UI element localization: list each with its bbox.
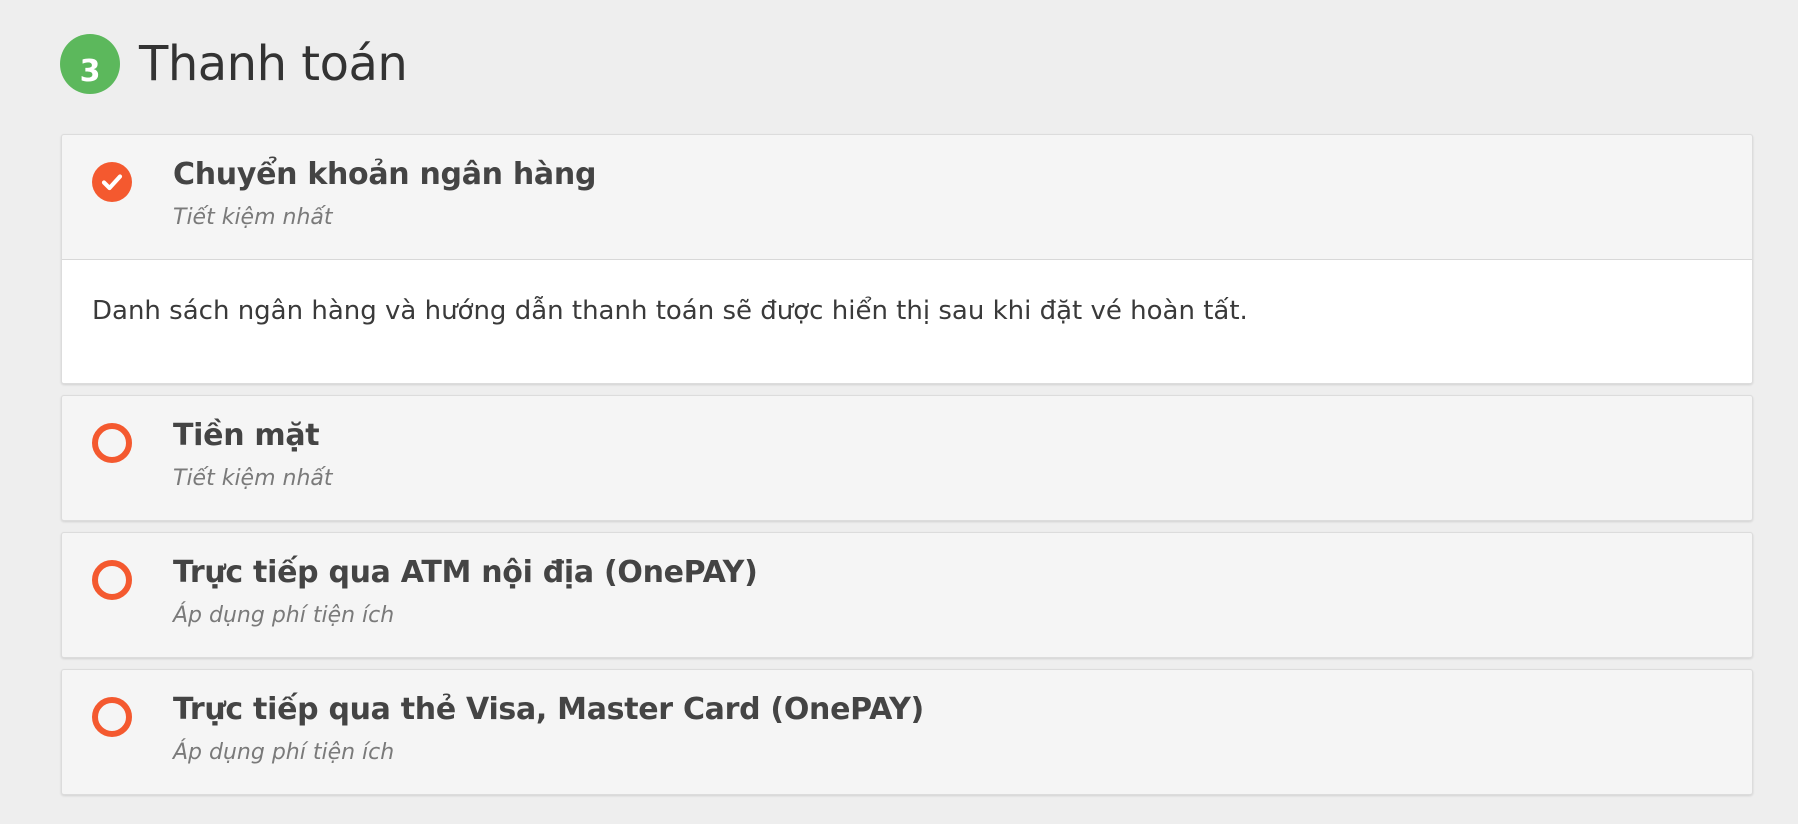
payment-option-title: Trực tiếp qua thẻ Visa, Master Card (One… bbox=[173, 692, 924, 727]
radio-circle-icon[interactable] bbox=[92, 423, 132, 463]
payment-option-title: Trực tiếp qua ATM nội địa (OnePAY) bbox=[173, 555, 758, 590]
payment-option-details: Danh sách ngân hàng và hướng dẫn thanh t… bbox=[62, 259, 1752, 383]
payment-option-subtitle: Áp dụng phí tiện ích bbox=[173, 603, 395, 628]
checkmark-icon bbox=[101, 174, 123, 191]
payment-option-subtitle: Áp dụng phí tiện ích bbox=[173, 740, 395, 765]
payment-option-atm-onepay[interactable]: Trực tiếp qua ATM nội địa (OnePAY) Áp dụ… bbox=[61, 532, 1753, 658]
step-number-badge: 3 bbox=[60, 34, 120, 94]
section-header: 3 Thanh toán bbox=[60, 34, 408, 94]
payment-option-title: Tiền mặt bbox=[173, 418, 320, 453]
radio-circle-icon[interactable] bbox=[92, 697, 132, 737]
section-title: Thanh toán bbox=[139, 36, 408, 92]
payment-option-subtitle: Tiết kiệm nhất bbox=[173, 205, 333, 230]
check-circle-icon[interactable] bbox=[92, 162, 132, 202]
radio-circle-icon[interactable] bbox=[92, 560, 132, 600]
payment-option-cash[interactable]: Tiền mặt Tiết kiệm nhất bbox=[61, 395, 1753, 521]
payment-option-subtitle: Tiết kiệm nhất bbox=[173, 466, 333, 491]
payment-options-list: Chuyển khoản ngân hàng Tiết kiệm nhất Da… bbox=[61, 134, 1753, 806]
payment-option-title: Chuyển khoản ngân hàng bbox=[173, 157, 597, 192]
payment-option-header[interactable]: Chuyển khoản ngân hàng Tiết kiệm nhất bbox=[62, 135, 1752, 259]
payment-option-visa-master-onepay[interactable]: Trực tiếp qua thẻ Visa, Master Card (One… bbox=[61, 669, 1753, 795]
payment-option-header[interactable]: Tiền mặt Tiết kiệm nhất bbox=[62, 396, 1752, 520]
payment-option-header[interactable]: Trực tiếp qua ATM nội địa (OnePAY) Áp dụ… bbox=[62, 533, 1752, 657]
payment-option-header[interactable]: Trực tiếp qua thẻ Visa, Master Card (One… bbox=[62, 670, 1752, 794]
payment-option-bank-transfer[interactable]: Chuyển khoản ngân hàng Tiết kiệm nhất Da… bbox=[61, 134, 1753, 384]
